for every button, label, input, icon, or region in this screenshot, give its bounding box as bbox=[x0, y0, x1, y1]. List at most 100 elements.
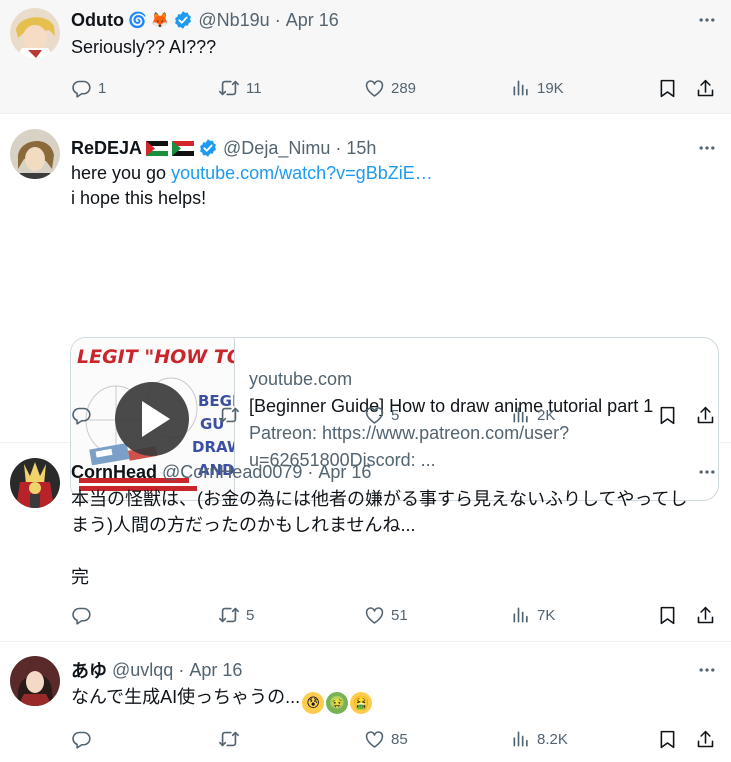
bookmark-icon bbox=[657, 605, 678, 626]
share-button[interactable] bbox=[695, 727, 716, 751]
more-icon[interactable] bbox=[695, 658, 719, 682]
more-icon[interactable] bbox=[695, 8, 719, 32]
like-button[interactable]: 85 bbox=[364, 727, 408, 751]
retweet-count: 11 bbox=[246, 79, 262, 97]
reply-count: 1 bbox=[98, 79, 107, 97]
share-button[interactable] bbox=[695, 603, 716, 627]
tweet-header: ReDEJA @Deja_Nimu · 15h bbox=[71, 136, 376, 160]
views-icon bbox=[511, 605, 531, 625]
views-button[interactable]: 8.2K bbox=[511, 727, 568, 751]
reply-button[interactable] bbox=[71, 603, 92, 627]
action-bar: 1 11 289 19K bbox=[0, 76, 731, 100]
reply-icon bbox=[71, 729, 92, 750]
share-icon bbox=[695, 78, 716, 99]
nauseated-face-emoji: 🤢 bbox=[326, 692, 349, 714]
tweet-text-line: なんで生成AI使っちゃうの... bbox=[71, 687, 301, 707]
retweet-button[interactable]: 5 bbox=[218, 603, 254, 627]
tweet-text: here you go youtube.com/watch?v=gBbZiE… … bbox=[71, 161, 713, 211]
like-count: 289 bbox=[391, 79, 417, 97]
views-button[interactable]: 19K bbox=[511, 76, 564, 100]
reply-icon bbox=[71, 405, 92, 426]
timestamp[interactable]: Apr 16 bbox=[286, 10, 339, 31]
timestamp[interactable]: Apr 16 bbox=[189, 660, 242, 681]
tweet[interactable]: あゆ @uvlqq · Apr 16 なんで生成AI使っちゃうの... 😰 🤢 🤮 8… bbox=[0, 642, 731, 762]
like-count: 51 bbox=[391, 606, 408, 624]
anxious-face-emoji: 😰 bbox=[302, 692, 325, 714]
tweet-text-line bbox=[71, 538, 713, 564]
bookmark-button[interactable] bbox=[657, 403, 678, 427]
tweet[interactable]: Oduto 🌀 🦊 @Nb19u · Apr 16 Seriously?? AI… bbox=[0, 0, 731, 114]
tweet-text: なんで生成AI使っちゃうの... 😰 🤢 🤮 bbox=[71, 685, 713, 714]
like-button[interactable]: 289 bbox=[364, 76, 416, 100]
retweet-button[interactable] bbox=[218, 727, 240, 751]
retweet-icon bbox=[218, 604, 240, 626]
views-count: 8.2K bbox=[537, 730, 568, 748]
tweet[interactable]: CornHead @CornHead0079 · Apr 16 本当の怪獣は、(… bbox=[0, 443, 731, 642]
more-icon[interactable] bbox=[695, 460, 719, 484]
share-button[interactable] bbox=[695, 403, 716, 427]
separator: · bbox=[307, 461, 314, 482]
tweet-link[interactable]: youtube.com/watch?v=gBbZiE… bbox=[171, 163, 433, 183]
like-icon bbox=[364, 78, 385, 99]
avatar[interactable] bbox=[10, 129, 60, 179]
avatar[interactable] bbox=[10, 458, 60, 508]
reply-button[interactable] bbox=[71, 403, 92, 427]
card-domain: youtube.com bbox=[249, 369, 353, 389]
reply-button[interactable]: 1 bbox=[71, 76, 106, 100]
like-button[interactable]: 51 bbox=[364, 603, 408, 627]
reply-icon bbox=[71, 605, 92, 626]
avatar[interactable] bbox=[10, 656, 60, 706]
like-icon bbox=[364, 405, 385, 426]
like-count: 85 bbox=[391, 730, 408, 748]
display-name[interactable]: Oduto bbox=[71, 10, 124, 31]
share-button[interactable] bbox=[695, 76, 716, 100]
views-button[interactable]: 7K bbox=[511, 603, 555, 627]
user-handle[interactable]: @Nb19u bbox=[198, 10, 269, 31]
share-icon bbox=[695, 405, 716, 426]
tweet-text-line: here you go youtube.com/watch?v=gBbZiE… bbox=[71, 161, 713, 186]
like-button[interactable]: 5 bbox=[364, 403, 399, 427]
retweet-button[interactable] bbox=[218, 403, 240, 427]
share-icon bbox=[695, 605, 716, 626]
user-handle[interactable]: @uvlqq bbox=[112, 660, 173, 681]
display-name[interactable]: CornHead bbox=[71, 462, 157, 483]
tweet-header: CornHead @CornHead0079 · Apr 16 bbox=[71, 460, 371, 484]
views-button[interactable]: 2K bbox=[511, 403, 555, 427]
tweet-header: あゆ @uvlqq · Apr 16 bbox=[71, 658, 242, 682]
cyclone-emoji-badge: 🌀 bbox=[127, 12, 147, 29]
tweet-text-line: まう)人間の方だったのかもしれませんね... bbox=[71, 515, 416, 535]
verified-icon bbox=[198, 138, 218, 158]
tweet-text: 本当の怪獣は、(お金の為には他者の嫌がる事すら見えないふりしてやってし まう)人… bbox=[71, 486, 713, 590]
action-bar: 85 8.2K bbox=[0, 727, 731, 751]
retweet-icon bbox=[218, 77, 240, 99]
bookmark-icon bbox=[657, 78, 678, 99]
more-icon[interactable] bbox=[695, 136, 719, 160]
tweet-text-line: i hope this helps! bbox=[71, 188, 207, 208]
bookmark-icon bbox=[657, 405, 678, 426]
retweet-button[interactable]: 11 bbox=[218, 76, 262, 100]
display-name[interactable]: ReDEJA bbox=[71, 138, 142, 159]
action-bar: 5 51 7K bbox=[0, 603, 731, 627]
separator: · bbox=[335, 137, 342, 158]
display-name[interactable]: あゆ bbox=[71, 657, 107, 683]
reply-icon bbox=[71, 78, 92, 99]
share-icon bbox=[695, 729, 716, 750]
bookmark-button[interactable] bbox=[657, 603, 678, 627]
timestamp[interactable]: 15h bbox=[346, 138, 376, 159]
avatar[interactable] bbox=[10, 8, 60, 58]
timestamp[interactable]: Apr 16 bbox=[318, 462, 371, 483]
like-count: 5 bbox=[391, 406, 400, 424]
like-icon bbox=[364, 605, 385, 626]
bookmark-button[interactable] bbox=[657, 727, 678, 751]
views-icon bbox=[511, 78, 531, 98]
thumbnail-title: LEGIT "HOW TO D bbox=[77, 346, 234, 368]
bookmark-button[interactable] bbox=[657, 76, 678, 100]
palestine-flag-icon bbox=[146, 140, 169, 156]
views-count: 7K bbox=[537, 606, 556, 624]
user-handle[interactable]: @CornHead0079 bbox=[162, 462, 302, 483]
user-handle[interactable]: @Deja_Nimu bbox=[223, 138, 330, 159]
bookmark-icon bbox=[657, 729, 678, 750]
tweet[interactable]: ReDEJA @Deja_Nimu · 15h here you go yout… bbox=[0, 114, 731, 501]
reply-button[interactable] bbox=[71, 727, 92, 751]
action-bar: 5 2K bbox=[0, 403, 731, 427]
